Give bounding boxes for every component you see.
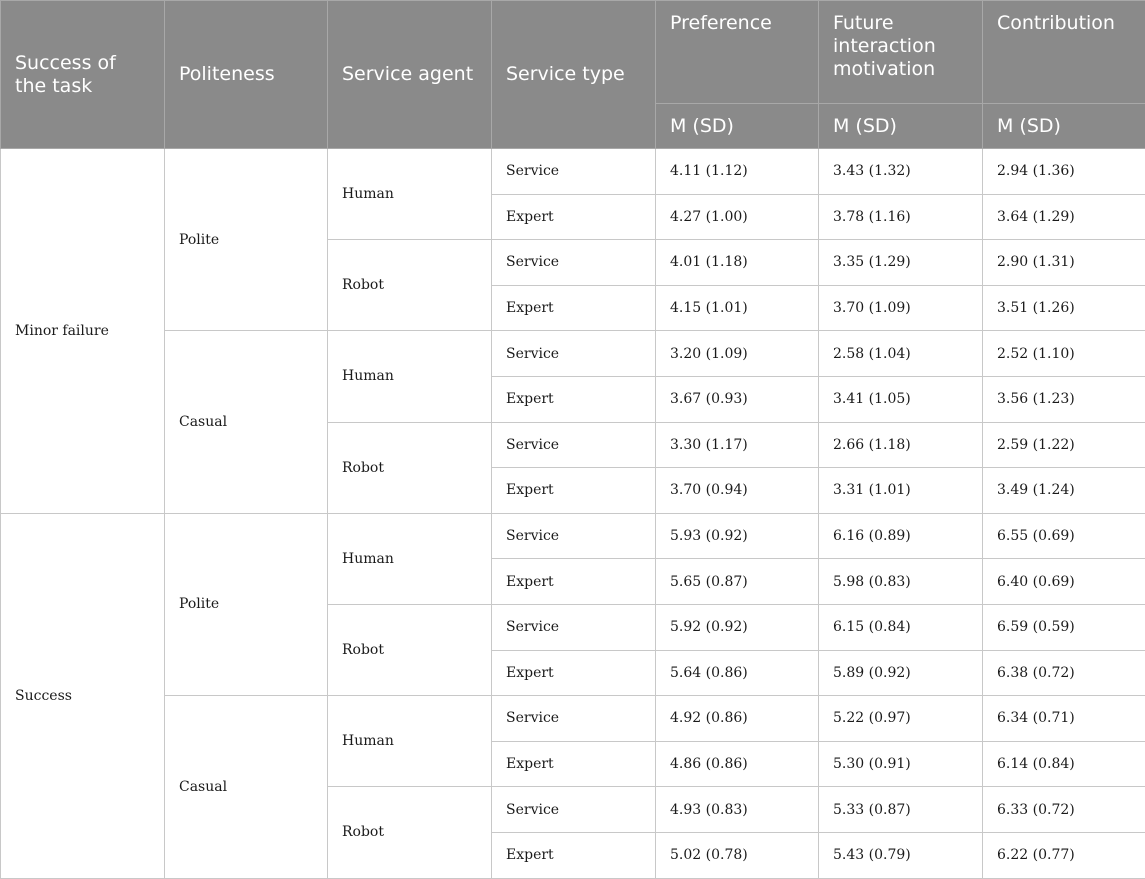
future-interaction-cell: 3.35 (1.29) [819,240,983,286]
table-body: Minor failurePoliteHumanService4.11 (1.1… [1,149,1145,879]
future-interaction-cell: 5.89 (0.92) [819,650,983,696]
contribution-cell: 6.40 (0.69) [983,559,1145,605]
service-type-cell: Service [492,513,656,559]
contribution-cell: 6.14 (0.84) [983,741,1145,787]
results-table: Success of the task Politeness Service a… [0,0,1145,879]
subheader-future-msd: M (SD) [819,104,983,149]
header-preference: Preference [656,1,819,104]
future-interaction-cell: 5.33 (0.87) [819,787,983,833]
outcome-cell: Minor failure [1,149,165,514]
contribution-cell: 6.38 (0.72) [983,650,1145,696]
table-header: Success of the task Politeness Service a… [1,1,1145,149]
service-type-cell: Expert [492,559,656,605]
politeness-cell: Casual [165,696,328,878]
contribution-cell: 6.22 (0.77) [983,832,1145,878]
service-type-cell: Service [492,604,656,650]
service-type-cell: Expert [492,194,656,240]
preference-cell: 3.70 (0.94) [656,468,819,514]
preference-cell: 4.86 (0.86) [656,741,819,787]
agent-cell: Robot [328,787,492,878]
contribution-cell: 6.33 (0.72) [983,787,1145,833]
table-row: CasualHumanService3.20 (1.09)2.58 (1.04)… [1,331,1145,377]
service-type-cell: Expert [492,832,656,878]
future-interaction-cell: 5.22 (0.97) [819,696,983,742]
service-type-cell: Expert [492,741,656,787]
header-service-type: Service type [492,1,656,149]
preference-cell: 4.93 (0.83) [656,787,819,833]
contribution-cell: 6.59 (0.59) [983,604,1145,650]
header-service-agent: Service agent [328,1,492,149]
service-type-cell: Service [492,149,656,195]
preference-cell: 4.15 (1.01) [656,285,819,331]
service-type-cell: Service [492,240,656,286]
preference-cell: 5.93 (0.92) [656,513,819,559]
service-type-cell: Service [492,696,656,742]
service-type-cell: Service [492,787,656,833]
contribution-cell: 6.55 (0.69) [983,513,1145,559]
future-interaction-cell: 3.43 (1.32) [819,149,983,195]
table-row: SuccessPoliteHumanService5.93 (0.92)6.16… [1,513,1145,559]
contribution-cell: 2.90 (1.31) [983,240,1145,286]
future-interaction-cell: 3.41 (1.05) [819,376,983,422]
header-contribution: Contribution [983,1,1145,104]
header-success: Success of the task [1,1,165,149]
future-interaction-cell: 3.70 (1.09) [819,285,983,331]
service-type-cell: Service [492,422,656,468]
contribution-cell: 2.59 (1.22) [983,422,1145,468]
service-type-cell: Expert [492,468,656,514]
preference-cell: 5.02 (0.78) [656,832,819,878]
future-interaction-cell: 2.58 (1.04) [819,331,983,377]
future-interaction-cell: 5.43 (0.79) [819,832,983,878]
contribution-cell: 3.64 (1.29) [983,194,1145,240]
contribution-cell: 2.94 (1.36) [983,149,1145,195]
preference-cell: 4.92 (0.86) [656,696,819,742]
agent-cell: Robot [328,422,492,513]
future-interaction-cell: 2.66 (1.18) [819,422,983,468]
contribution-cell: 3.49 (1.24) [983,468,1145,514]
future-interaction-cell: 5.98 (0.83) [819,559,983,605]
subheader-preference-msd: M (SD) [656,104,819,149]
future-interaction-cell: 3.78 (1.16) [819,194,983,240]
preference-cell: 3.20 (1.09) [656,331,819,377]
service-type-cell: Expert [492,285,656,331]
contribution-cell: 2.52 (1.10) [983,331,1145,377]
future-interaction-cell: 3.31 (1.01) [819,468,983,514]
politeness-cell: Polite [165,149,328,331]
agent-cell: Human [328,513,492,604]
table-row: Minor failurePoliteHumanService4.11 (1.1… [1,149,1145,195]
contribution-cell: 3.56 (1.23) [983,376,1145,422]
future-interaction-cell: 5.30 (0.91) [819,741,983,787]
preference-cell: 3.30 (1.17) [656,422,819,468]
preference-cell: 5.92 (0.92) [656,604,819,650]
service-type-cell: Expert [492,650,656,696]
header-future-interaction: Future interaction motivation [819,1,983,104]
future-interaction-cell: 6.15 (0.84) [819,604,983,650]
service-type-cell: Service [492,331,656,377]
preference-cell: 3.67 (0.93) [656,376,819,422]
agent-cell: Robot [328,240,492,331]
preference-cell: 4.01 (1.18) [656,240,819,286]
agent-cell: Human [328,696,492,787]
agent-cell: Human [328,331,492,422]
contribution-cell: 3.51 (1.26) [983,285,1145,331]
service-type-cell: Expert [492,376,656,422]
outcome-cell: Success [1,513,165,878]
header-politeness: Politeness [165,1,328,149]
agent-cell: Human [328,149,492,240]
preference-cell: 5.64 (0.86) [656,650,819,696]
politeness-cell: Polite [165,513,328,695]
preference-cell: 4.11 (1.12) [656,149,819,195]
future-interaction-cell: 6.16 (0.89) [819,513,983,559]
header-row: Success of the task Politeness Service a… [1,1,1145,104]
politeness-cell: Casual [165,331,328,513]
subheader-contribution-msd: M (SD) [983,104,1145,149]
preference-cell: 4.27 (1.00) [656,194,819,240]
table-row: CasualHumanService4.92 (0.86)5.22 (0.97)… [1,696,1145,742]
contribution-cell: 6.34 (0.71) [983,696,1145,742]
agent-cell: Robot [328,604,492,695]
preference-cell: 5.65 (0.87) [656,559,819,605]
